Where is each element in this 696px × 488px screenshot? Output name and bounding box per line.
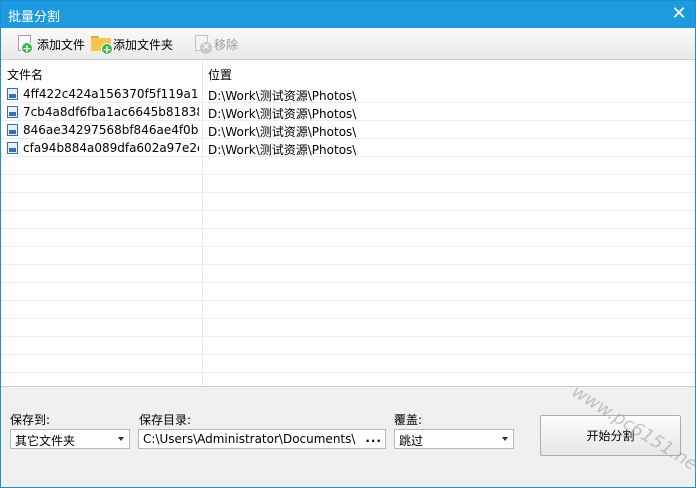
empty-row: [1, 247, 695, 265]
batch-split-window: 批量分割 ✕ + 添加文件 + 添加文件夹 ✕ 移除 文件名 位置 4ff422…: [0, 0, 696, 488]
file-location: D:\Work\测试资源\Photos\: [208, 125, 357, 139]
empty-row: [1, 229, 695, 247]
overwrite-value: 跳过: [399, 434, 424, 448]
image-file-icon: [7, 106, 18, 118]
close-icon[interactable]: ✕: [669, 4, 689, 24]
file-name: 846ae34297568bf846ae4f0b...: [23, 123, 199, 137]
table-row[interactable]: cfa94b884a089dfa602a97e2e... D:\Work\测试资…: [1, 139, 695, 157]
empty-row: [1, 175, 695, 193]
empty-row: [1, 211, 695, 229]
save-directory-value: C:\Users\Administrator\Documents\: [143, 432, 356, 446]
save-to-select[interactable]: 其它文件夹: [10, 429, 130, 449]
table-rows: 4ff422c424a156370f5f119a1... D:\Work\测试资…: [1, 85, 695, 385]
overwrite-label: 覆盖:: [394, 413, 423, 427]
overwrite-select[interactable]: 跳过: [394, 429, 514, 449]
add-file-button[interactable]: + 添加文件: [15, 32, 85, 56]
image-file-icon: [7, 142, 18, 154]
image-file-icon: [7, 88, 18, 100]
empty-row: [1, 337, 695, 355]
file-name: 7cb4a8df6fba1ac6645b81838...: [23, 105, 199, 119]
dropdown-arrow-icon: [118, 437, 124, 441]
column-header-location[interactable]: 位置: [208, 66, 232, 83]
file-location: D:\Work\测试资源\Photos\: [208, 143, 357, 157]
file-location: D:\Work\测试资源\Photos\: [208, 107, 357, 121]
add-folder-icon: +: [91, 34, 113, 56]
remove-label: 移除: [214, 37, 239, 52]
column-header-filename[interactable]: 文件名: [7, 66, 43, 83]
add-file-label: 添加文件: [37, 37, 86, 52]
empty-row: [1, 301, 695, 319]
file-location: D:\Work\测试资源\Photos\: [208, 89, 357, 103]
window-title: 批量分割: [8, 10, 61, 25]
table-row[interactable]: 7cb4a8df6fba1ac6645b81838... D:\Work\测试资…: [1, 103, 695, 121]
save-directory-field[interactable]: C:\Users\Administrator\Documents\ ...: [138, 429, 386, 449]
table-row[interactable]: 4ff422c424a156370f5f119a1... D:\Work\测试资…: [1, 85, 695, 103]
empty-row: [1, 373, 695, 385]
empty-row: [1, 283, 695, 301]
empty-row: [1, 319, 695, 337]
remove-icon: ✕: [192, 34, 212, 54]
empty-row: [1, 265, 695, 283]
save-directory-label: 保存目录:: [139, 413, 192, 427]
file-table[interactable]: 文件名 位置 4ff422c424a156370f5f119a1... D:\W…: [1, 61, 695, 385]
file-name: 4ff422c424a156370f5f119a1...: [23, 87, 199, 101]
remove-button[interactable]: ✕ 移除: [192, 32, 238, 56]
browse-button[interactable]: ...: [365, 431, 382, 445]
add-folder-button[interactable]: + 添加文件夹: [91, 32, 173, 56]
table-header: 文件名 位置: [1, 61, 695, 83]
save-to-value: 其它文件夹: [15, 434, 76, 448]
empty-row: [1, 355, 695, 373]
save-to-label: 保存到:: [10, 413, 51, 427]
title-bar: 批量分割 ✕: [1, 1, 695, 28]
image-file-icon: [7, 124, 18, 136]
dropdown-arrow-icon: [502, 437, 508, 441]
empty-row: [1, 157, 695, 175]
add-folder-label: 添加文件夹: [113, 37, 174, 52]
empty-row: [1, 193, 695, 211]
toolbar: + 添加文件 + 添加文件夹 ✕ 移除: [1, 28, 695, 60]
file-name: cfa94b884a089dfa602a97e2e...: [23, 141, 199, 155]
add-file-icon: +: [15, 34, 35, 55]
table-row[interactable]: 846ae34297568bf846ae4f0b... D:\Work\测试资源…: [1, 121, 695, 139]
